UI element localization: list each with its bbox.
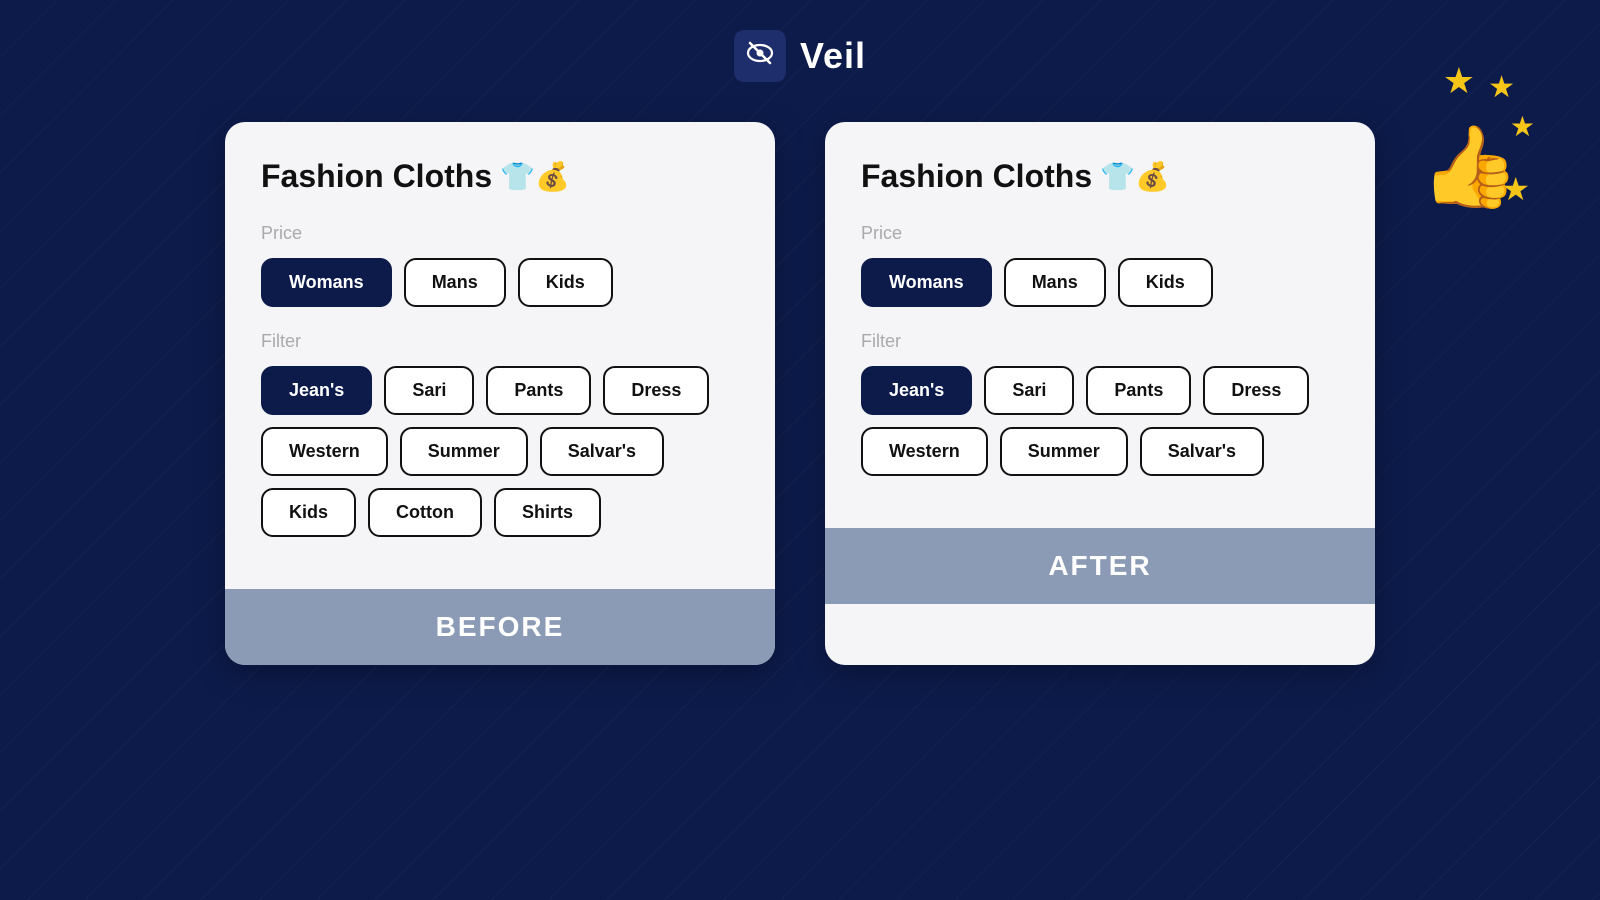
after-price-mans[interactable]: Mans — [1004, 258, 1106, 307]
logo-text: Veil — [800, 35, 866, 77]
before-card-title: Fashion Cloths 👕💰 — [261, 158, 739, 195]
after-footer-label: AFTER — [1048, 550, 1151, 581]
logo-icon — [745, 38, 775, 75]
before-filter-cotton[interactable]: Cotton — [368, 488, 482, 537]
after-filter-buttons: Jean's Sari Pants Dress Western Summer S… — [861, 366, 1339, 476]
after-filter-label: Filter — [861, 331, 1339, 352]
after-price-buttons: Womans Mans Kids — [861, 258, 1339, 307]
main-content: Fashion Cloths 👕💰 Price Womans Mans Kids… — [0, 82, 1600, 665]
after-title-emoji: 👕💰 — [1100, 160, 1170, 193]
after-price-label: Price — [861, 223, 1339, 244]
before-price-womans[interactable]: Womans — [261, 258, 392, 307]
before-price-buttons: Womans Mans Kids — [261, 258, 739, 307]
before-filter-summer[interactable]: Summer — [400, 427, 528, 476]
before-footer: BEFORE — [225, 589, 775, 665]
after-card-title: Fashion Cloths 👕💰 — [861, 158, 1339, 195]
before-title-emoji: 👕💰 — [500, 160, 570, 193]
after-price-kids[interactable]: Kids — [1118, 258, 1213, 307]
before-filter-pants[interactable]: Pants — [486, 366, 591, 415]
before-price-kids[interactable]: Kids — [518, 258, 613, 307]
after-price-womans[interactable]: Womans — [861, 258, 992, 307]
before-filter-western[interactable]: Western — [261, 427, 388, 476]
before-filter-salvars[interactable]: Salvar's — [540, 427, 664, 476]
after-footer: AFTER — [825, 528, 1375, 604]
before-filter-dress[interactable]: Dress — [603, 366, 709, 415]
after-card-body: Fashion Cloths 👕💰 Price Womans Mans Kids… — [825, 122, 1375, 528]
after-filter-salvars[interactable]: Salvar's — [1140, 427, 1264, 476]
before-filter-jeans[interactable]: Jean's — [261, 366, 372, 415]
header: Veil — [0, 0, 1600, 82]
before-filter-label: Filter — [261, 331, 739, 352]
after-filter-pants[interactable]: Pants — [1086, 366, 1191, 415]
logo-box — [734, 30, 786, 82]
after-filter-sari[interactable]: Sari — [984, 366, 1074, 415]
after-filter-western[interactable]: Western — [861, 427, 988, 476]
after-filter-jeans[interactable]: Jean's — [861, 366, 972, 415]
before-footer-label: BEFORE — [436, 611, 565, 642]
after-title-text: Fashion Cloths — [861, 158, 1092, 195]
before-price-label: Price — [261, 223, 739, 244]
before-card: Fashion Cloths 👕💰 Price Womans Mans Kids… — [225, 122, 775, 665]
after-filter-summer[interactable]: Summer — [1000, 427, 1128, 476]
after-card: Fashion Cloths 👕💰 Price Womans Mans Kids… — [825, 122, 1375, 665]
before-filter-sari[interactable]: Sari — [384, 366, 474, 415]
before-price-mans[interactable]: Mans — [404, 258, 506, 307]
after-filter-dress[interactable]: Dress — [1203, 366, 1309, 415]
before-title-text: Fashion Cloths — [261, 158, 492, 195]
before-filter-shirts[interactable]: Shirts — [494, 488, 601, 537]
before-card-body: Fashion Cloths 👕💰 Price Womans Mans Kids… — [225, 122, 775, 589]
before-filter-kids[interactable]: Kids — [261, 488, 356, 537]
before-filter-buttons: Jean's Sari Pants Dress Western Summer S… — [261, 366, 739, 537]
